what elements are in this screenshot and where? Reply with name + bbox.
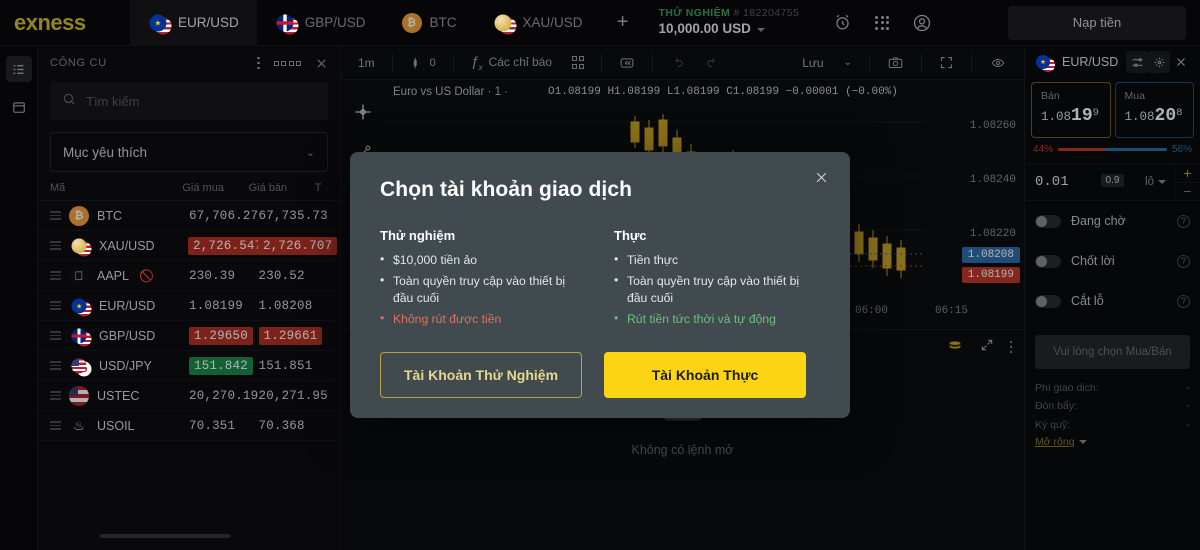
feature-item: Toàn quyền truy cập vào thiết bị đầu cuố… <box>614 272 820 308</box>
modal-title: Chọn tài khoản giao dịch <box>380 178 633 201</box>
feature-list: $10,000 tiền ảo Toàn quyền truy cập vào … <box>380 251 586 329</box>
modal-column-real: Thực Tiền thực Toàn quyền truy cập vào t… <box>614 228 820 332</box>
feature-item-positive: Rút tiền tức thời và tự động <box>614 310 820 329</box>
column-heading: Thử nghiệm <box>380 228 456 243</box>
demo-account-button[interactable]: Tài Khoản Thử Nghiệm <box>380 351 582 398</box>
trading-terminal: exness EUR/USD GBP/USD ₿ BTC <box>0 0 1200 550</box>
modal-columns: Thử nghiệm $10,000 tiền ảo Toàn quyền tr… <box>380 228 820 332</box>
account-type-modal: Chọn tài khoản giao dịch Thử nghiệm $10,… <box>350 152 850 418</box>
modal-column-demo: Thử nghiệm $10,000 tiền ảo Toàn quyền tr… <box>380 228 586 332</box>
feature-list: Tiền thực Toàn quyền truy cập vào thiết … <box>614 251 820 329</box>
close-icon[interactable] <box>810 166 832 188</box>
feature-item: Tiền thực <box>614 251 820 270</box>
feature-item: Toàn quyền truy cập vào thiết bị đầu cuố… <box>380 272 586 308</box>
feature-item: $10,000 tiền ảo <box>380 251 586 270</box>
modal-buttons: Tài Khoản Thử Nghiệm Tài Khoản Thực <box>380 351 820 398</box>
real-account-button[interactable]: Tài Khoản Thực <box>604 351 806 398</box>
column-heading: Thực <box>614 228 647 243</box>
feature-item-negative: Không rút được tiền <box>380 310 586 329</box>
